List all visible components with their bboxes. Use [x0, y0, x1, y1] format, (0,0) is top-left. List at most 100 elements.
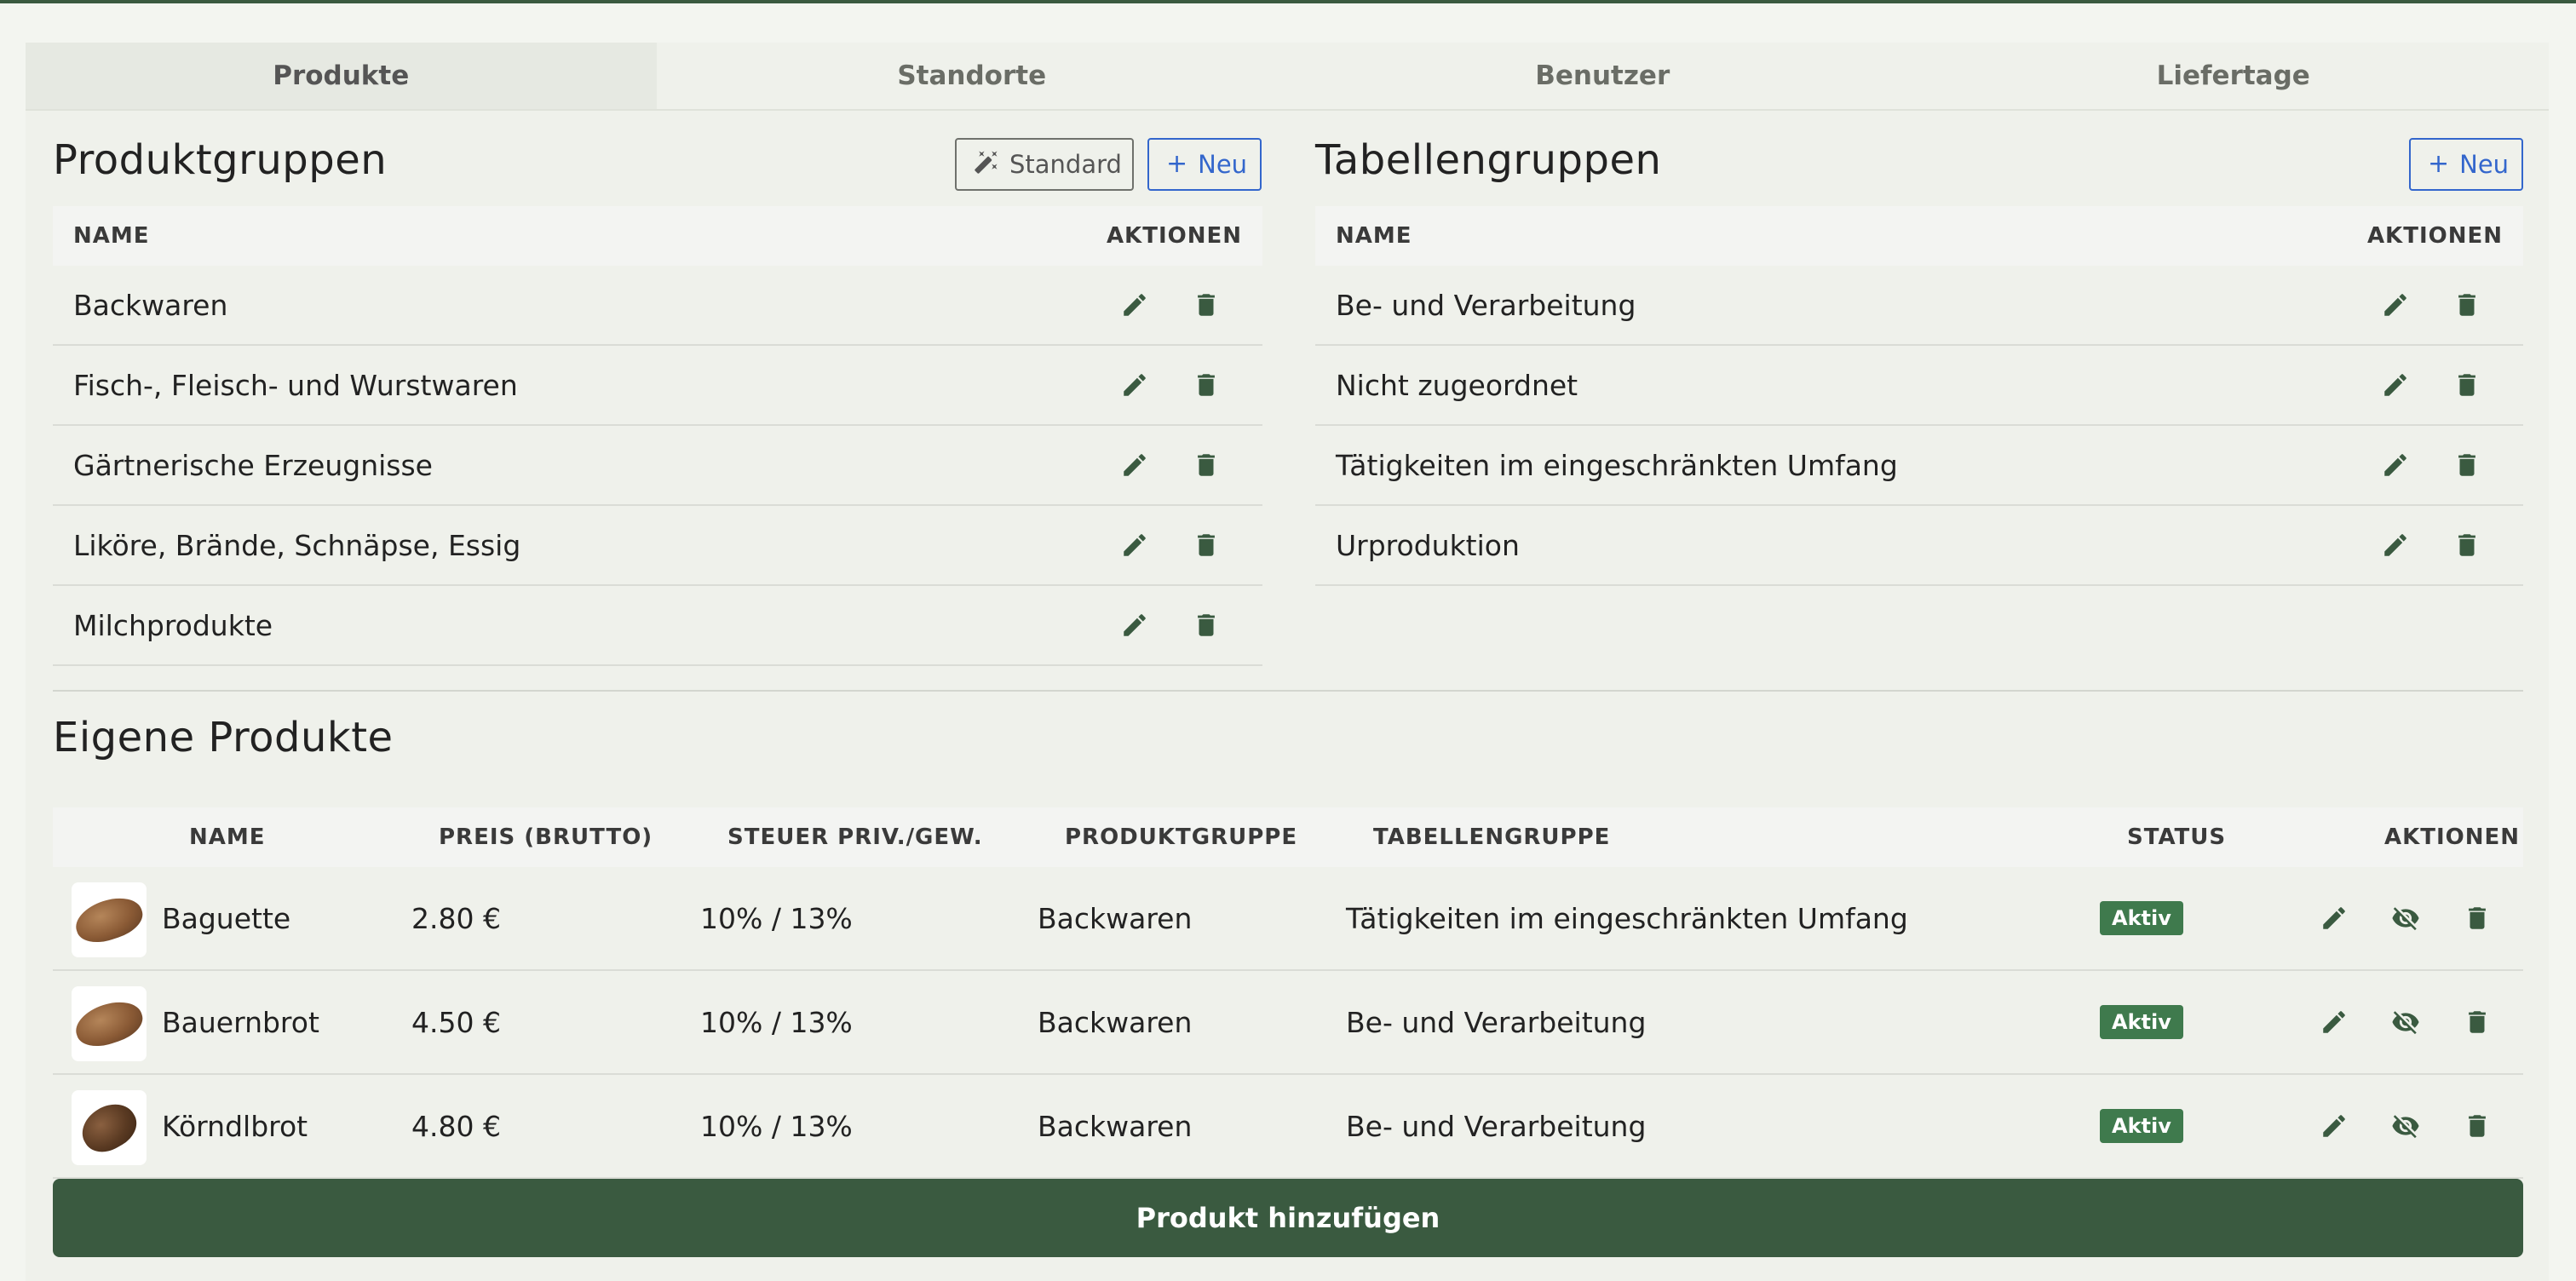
edit-button[interactable]: [2319, 903, 2349, 933]
product-table-group: Be- und Verarbeitung: [1346, 1109, 1647, 1143]
edit-button[interactable]: [2380, 290, 2411, 320]
product-image: [72, 986, 147, 1061]
delete-button[interactable]: [2462, 903, 2493, 933]
delete-button[interactable]: [2462, 1007, 2493, 1037]
row-actions: [1119, 370, 1262, 400]
hide-button[interactable]: [2390, 903, 2421, 933]
row-actions: [2380, 530, 2523, 560]
table-row: Liköre, Brände, Schnäpse, Essig: [53, 506, 1262, 586]
header-tax: STEUER PRIV./GEW.: [727, 824, 983, 850]
edit-icon: [2384, 534, 2406, 556]
row-name: Liköre, Brände, Schnäpse, Essig: [73, 528, 521, 562]
edit-icon: [1124, 374, 1146, 396]
edit-button[interactable]: [2380, 530, 2411, 560]
table-row: Backwaren: [53, 266, 1262, 346]
edit-button[interactable]: [2380, 450, 2411, 480]
products-table-header: NAME PREIS (BRUTTO) STEUER PRIV./GEW. PR…: [53, 807, 2523, 867]
delete-icon: [1198, 454, 1215, 476]
products-table: NAME PREIS (BRUTTO) STEUER PRIV./GEW. PR…: [53, 807, 2523, 1179]
product-price: 2.80 €: [411, 901, 501, 935]
product-price: 4.50 €: [411, 1005, 501, 1039]
product-image: [72, 882, 147, 957]
header-actions: AKTIONEN: [1106, 223, 1242, 249]
delete-button[interactable]: [2462, 1111, 2493, 1141]
hide-button[interactable]: [2390, 1111, 2421, 1141]
product-table-group: Tätigkeiten im eingeschränkten Umfang: [1346, 901, 1908, 935]
row-name: Urproduktion: [1336, 528, 1520, 562]
edit-button[interactable]: [2380, 370, 2411, 400]
row-actions: [1119, 290, 1262, 320]
product-row: Körndlbrot 4.80 € 10% / 13% Backwaren Be- un…: [53, 1075, 2523, 1179]
delete-icon: [2469, 907, 2486, 929]
hide-icon: [2392, 1115, 2419, 1139]
delete-button[interactable]: [1191, 450, 1222, 480]
standard-button-label: Standard: [1009, 150, 1122, 179]
edit-icon: [1124, 534, 1146, 556]
hide-icon: [2392, 1011, 2419, 1035]
product-name: Baguette: [162, 901, 291, 935]
edit-icon: [2323, 907, 2345, 929]
tab-liefertage[interactable]: Liefertage: [1918, 43, 2550, 109]
row-name: Nicht zugeordnet: [1336, 368, 1578, 402]
new-tabellengruppe-button[interactable]: + Neu: [2409, 138, 2523, 191]
header-table-group: TABELLENGRUPPE: [1373, 824, 1611, 850]
edit-button[interactable]: [1119, 370, 1150, 400]
new-button-label: Neu: [1198, 150, 1248, 179]
new-button-label: Neu: [2459, 150, 2510, 179]
product-name: Körndlbrot: [162, 1109, 308, 1143]
edit-icon: [2384, 374, 2406, 396]
delete-button[interactable]: [1191, 610, 1222, 640]
delete-icon: [2458, 374, 2475, 396]
product-table-group: Be- und Verarbeitung: [1346, 1005, 1647, 1039]
header-actions: AKTIONEN: [2384, 824, 2521, 850]
row-actions: [2380, 450, 2523, 480]
tabellengruppen-title: Tabellengruppen: [1315, 136, 1662, 184]
delete-icon: [2458, 454, 2475, 476]
edit-button[interactable]: [1119, 610, 1150, 640]
edit-icon: [2323, 1011, 2345, 1033]
row-actions: [2380, 370, 2523, 400]
edit-icon: [2384, 454, 2406, 476]
row-actions: [2319, 1075, 2493, 1177]
tab-produkte[interactable]: Produkte: [26, 43, 657, 109]
delete-button[interactable]: [2452, 290, 2482, 320]
tab-benutzer[interactable]: Benutzer: [1287, 43, 1918, 109]
new-produktgruppe-button[interactable]: + Neu: [1147, 138, 1262, 191]
table-row: Tätigkeiten im eingeschränkten Umfang: [1315, 426, 2523, 506]
delete-button[interactable]: [2452, 530, 2482, 560]
edit-button[interactable]: [2319, 1111, 2349, 1141]
standard-button[interactable]: Standard: [955, 138, 1134, 191]
header-name: NAME: [73, 223, 150, 249]
edit-button[interactable]: [2319, 1007, 2349, 1037]
delete-button[interactable]: [1191, 370, 1222, 400]
header-price: PREIS (BRUTTO): [439, 824, 653, 850]
table-row: Gärtnerische Erzeugnisse: [53, 426, 1262, 506]
header-status: STATUS: [2127, 824, 2227, 850]
table-header: NAME AKTIONEN: [1315, 206, 2523, 266]
row-name: Backwaren: [73, 288, 228, 322]
status-cell: Aktiv: [2100, 867, 2183, 969]
delete-button[interactable]: [1191, 530, 1222, 560]
edit-icon: [1124, 294, 1146, 316]
delete-button[interactable]: [2452, 450, 2482, 480]
row-actions: [1119, 530, 1262, 560]
delete-button[interactable]: [2452, 370, 2482, 400]
add-product-button[interactable]: Produkt hinzufügen: [53, 1179, 2523, 1257]
hide-button[interactable]: [2390, 1007, 2421, 1037]
status-cell: Aktiv: [2100, 1075, 2183, 1177]
edit-button[interactable]: [1119, 290, 1150, 320]
tab-standorte[interactable]: Standorte: [657, 43, 1288, 109]
plus-icon: +: [2428, 149, 2450, 179]
tab-bar: Produkte Standorte Benutzer Liefertage: [26, 43, 2549, 111]
plus-icon: +: [1166, 149, 1188, 179]
table-row: Urproduktion: [1315, 506, 2523, 586]
edit-button[interactable]: [1119, 450, 1150, 480]
table-row: Milchprodukte: [53, 586, 1262, 666]
delete-button[interactable]: [1191, 290, 1222, 320]
edit-button[interactable]: [1119, 530, 1150, 560]
table-row: Nicht zugeordnet: [1315, 346, 2523, 426]
eigene-produkte-title: Eigene Produkte: [53, 714, 394, 761]
table-header: NAME AKTIONEN: [53, 206, 1262, 266]
top-accent-line: [0, 0, 2576, 3]
header-name: NAME: [189, 824, 266, 850]
